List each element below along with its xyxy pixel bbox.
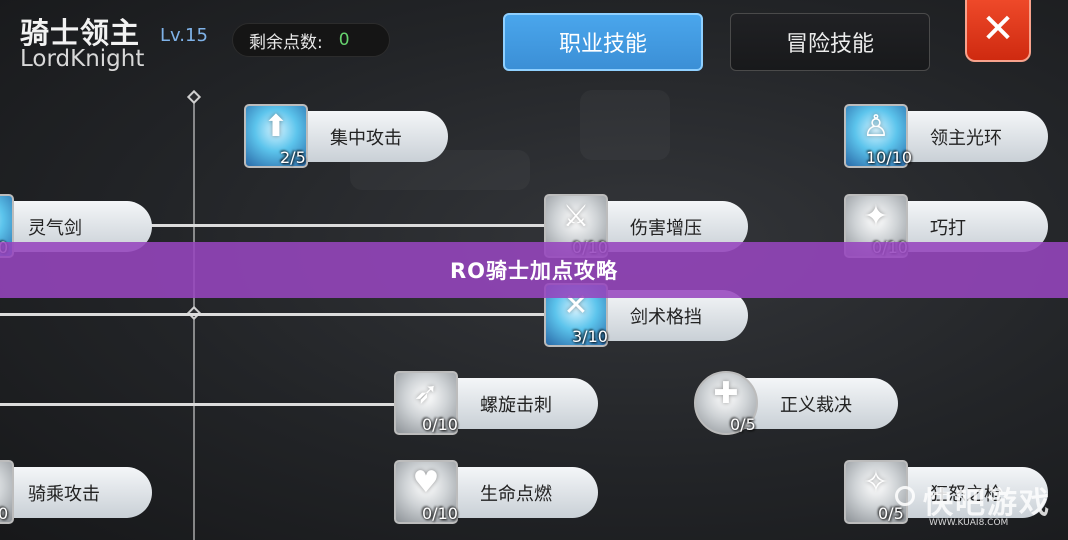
skill-level: 2/5 [280, 148, 306, 167]
skill-lord-aura[interactable]: 领主光环 ♙ 10/10 [844, 104, 1050, 168]
skill-spiral-pierce[interactable]: 螺旋击刺 ➶ 0/10 [394, 371, 600, 435]
background-panel [580, 90, 670, 160]
skill-connector [150, 224, 550, 227]
skill-level: 0/5 [878, 504, 904, 523]
class-title-english: LordKnight [20, 46, 145, 72]
tab-adventure-skills[interactable]: 冒险技能 [730, 13, 930, 71]
remaining-points-value: 0 [338, 30, 350, 50]
skill-mounted-attack[interactable]: 骑乘攻击 ♞ 0 [0, 460, 156, 524]
site-watermark: 快吧游戏 WWW.KUAI8.COM [895, 478, 1051, 528]
skill-level: 0/10 [422, 504, 458, 523]
watermark-name: 快吧游戏 [923, 486, 1051, 521]
watermark-url: WWW.KUAI8.COM [929, 518, 1009, 528]
skill-connector [0, 313, 550, 316]
article-title-banner: RO骑士加点攻略 [0, 242, 1068, 298]
remaining-points-label: 剩余点数: [249, 32, 323, 53]
skill-focus-attack[interactable]: 集中攻击 ⬆ 2/5 [244, 104, 450, 168]
skill-level: 10/10 [866, 148, 913, 167]
skill-level: 0 [0, 504, 9, 523]
divider-ornament [186, 89, 202, 105]
skill-life-burn[interactable]: 生命点燃 ♥ 0/10 [394, 460, 600, 524]
skill-level: 3/10 [572, 327, 608, 346]
skill-level: 0/5 [730, 415, 756, 434]
skill-connector [0, 403, 400, 406]
close-icon: ✕ [981, 6, 1015, 52]
remaining-points: 剩余点数: 0 [232, 23, 390, 57]
skill-justice-judgment[interactable]: 正义裁决 ✚ 0/5 [694, 371, 900, 435]
skill-name: 骑乘攻击 [0, 467, 152, 518]
tab-job-skills[interactable]: 职业技能 [503, 13, 703, 71]
kuai8-logo-icon [895, 486, 915, 506]
skill-level: 0/10 [422, 415, 458, 434]
class-level: Lv.15 [160, 25, 208, 46]
close-button[interactable]: ✕ [965, 0, 1031, 62]
